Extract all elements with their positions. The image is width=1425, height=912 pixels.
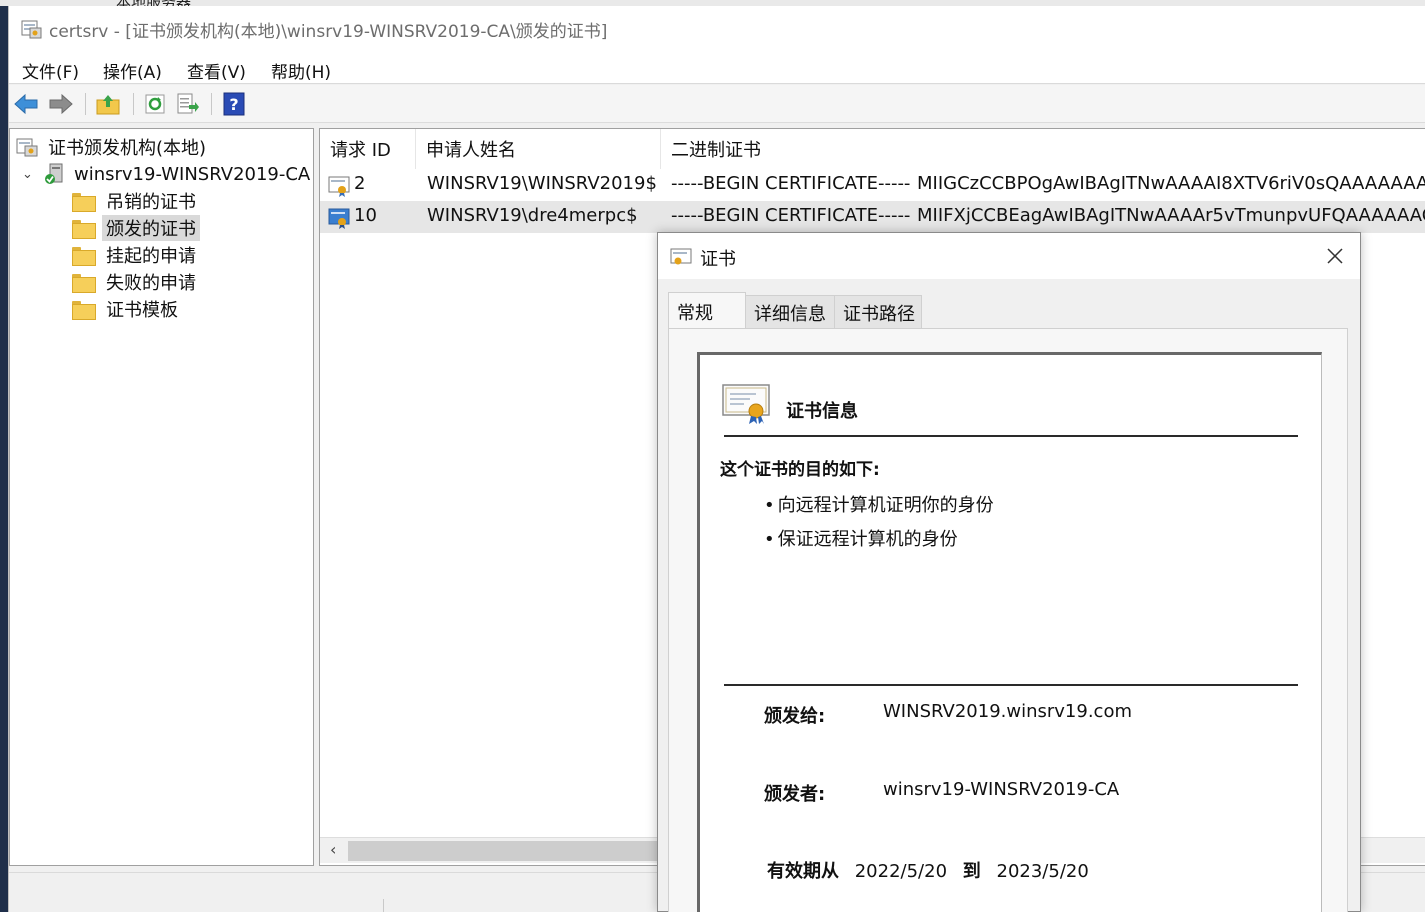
tree-item-templates[interactable]: 证书模板 [72,296,182,322]
folder-icon [72,246,96,266]
dialog-title: 证书 [700,249,736,270]
tree-item-revoked[interactable]: 吊销的证书 [72,188,200,214]
issued-by-value: winsrv19-WINSRV2019-CA [883,779,1120,800]
menu-view[interactable]: 查看(V) [187,58,246,83]
menu-action[interactable]: 操作(A) [103,58,162,83]
cell-requester: WINSRV19\WINSRV2019$ [427,173,657,194]
column-header-requester[interactable]: 申请人姓名 [416,129,661,169]
toolbar: ? [9,85,1425,123]
certificate-icon [328,176,350,197]
ca-server-check-icon [45,163,63,184]
scroll-left-icon[interactable]: ‹ [330,840,336,859]
tree-item-label: 颁发的证书 [102,215,200,241]
tree-item-pending[interactable]: 挂起的申请 [72,242,200,268]
certificate-dialog: 证书 常规 详细信息 证书路径 证书信息 这个证书的目的如下: 向远程计算机证明… [657,232,1361,912]
tab-cert-path[interactable]: 证书路径 [834,295,922,329]
cell-begin-marker: -----BEGIN CERTIFICATE----- [671,173,911,194]
issued-to-label: 颁发给: [764,706,826,727]
cell-binary-data: MIIGCzCCBPOgAwIBAgITNwAAAAI8XTV6riV0sQAA… [917,173,1425,194]
cell-begin-marker: -----BEGIN CERTIFICATE----- [671,205,911,226]
cell-requester: WINSRV19\dre4merpc$ [427,205,638,226]
valid-to-label: 到 [962,861,981,882]
valid-to-value: 2023/5/20 [996,861,1089,882]
window-title: certsrv - [证书颁发机构(本地)\winsrv19-WINSRV201… [49,22,608,42]
console-tree: 证书颁发机构(本地) ⌄ winsrv19-WINSRV2019-CA 吊销的证… [9,128,314,866]
tab-panel-general: 证书信息 这个证书的目的如下: 向远程计算机证明你的身份 保证远程计算机的身份 … [668,328,1348,912]
export-list-icon[interactable] [175,91,201,117]
divider [724,435,1298,437]
column-header-binary-cert[interactable]: 二进制证书 [661,129,1425,169]
dialog-title-bar[interactable]: 证书 [658,233,1360,279]
close-button[interactable] [1310,233,1360,279]
folder-icon [72,273,96,293]
tree-node-ca[interactable]: ⌄ winsrv19-WINSRV2019-CA [22,161,314,187]
certsrv-app-icon [21,20,42,39]
table-row[interactable]: 2 WINSRV19\WINSRV2019$ -----BEGIN CERTIF… [320,169,1425,201]
forward-icon[interactable] [48,91,74,117]
folder-icon [72,219,96,239]
tree-item-label: 挂起的申请 [106,246,196,267]
column-header-request-id[interactable]: 请求 ID [320,129,416,169]
cert-authority-icon [16,138,38,157]
menu-help[interactable]: 帮助(H) [271,58,331,83]
validity-period: 有效期从 2022/5/20 到 2023/5/20 [767,857,1099,883]
tree-item-label: 证书模板 [106,300,178,321]
menu-bar: 文件(F) 操作(A) 查看(V) 帮助(H) [9,50,1425,84]
certificate-icon [328,208,350,229]
chevron-down-icon[interactable]: ⌄ [22,167,36,182]
toolbar-separator [85,93,86,115]
certificate-info-heading: 证书信息 [786,401,858,422]
folder-icon [72,192,96,212]
tree-root-ca-local[interactable]: 证书颁发机构(本地) [16,134,210,160]
tab-general[interactable]: 常规 [668,292,746,330]
title-bar[interactable]: certsrv - [证书颁发机构(本地)\winsrv19-WINSRV201… [9,6,1425,50]
tree-ca-label: winsrv19-WINSRV2019-CA [74,163,311,185]
tab-details[interactable]: 详细信息 [745,295,835,329]
valid-from-value: 2022/5/20 [854,861,948,882]
status-separator [383,899,384,912]
toolbar-separator [211,93,212,115]
back-icon[interactable] [13,91,39,117]
scrollbar-thumb[interactable] [348,841,668,861]
divider [724,684,1298,686]
purpose-item: 向远程计算机证明你的身份 [764,491,994,517]
tree-root-label: 证书颁发机构(本地) [48,138,207,159]
certificate-icon [670,248,692,265]
up-folder-icon[interactable] [95,91,121,117]
tree-item-issued[interactable]: 颁发的证书 [72,215,200,241]
folder-icon [72,300,96,320]
help-icon[interactable]: ? [221,91,247,117]
cell-request-id: 10 [354,205,377,226]
cell-binary-data: MIIFXjCCBEagAwIBAgITNwAAAAr5vTmunpvUFQAA… [917,205,1425,226]
menu-file[interactable]: 文件(F) [22,58,79,83]
tree-item-label: 失败的申请 [106,273,196,294]
tree-item-label: 吊销的证书 [106,192,196,213]
svg-text:?: ? [229,95,238,114]
table-row[interactable]: 10 WINSRV19\dre4merpc$ -----BEGIN CERTIF… [320,201,1425,233]
tree-item-failed[interactable]: 失败的申请 [72,269,200,295]
issued-to-value: WINSRV2019.winsrv19.com [883,701,1132,722]
certificate-large-icon [722,384,770,424]
close-icon [1327,248,1343,264]
cell-request-id: 2 [354,173,366,194]
purpose-heading: 这个证书的目的如下: [720,460,880,480]
purpose-item: 保证远程计算机的身份 [764,525,958,551]
refresh-icon[interactable] [142,91,168,117]
valid-from-label: 有效期从 [767,861,839,882]
issued-by-label: 颁发者: [764,784,826,805]
certificate-info-card: 证书信息 这个证书的目的如下: 向远程计算机证明你的身份 保证远程计算机的身份 … [697,352,1322,912]
toolbar-separator [133,93,134,115]
